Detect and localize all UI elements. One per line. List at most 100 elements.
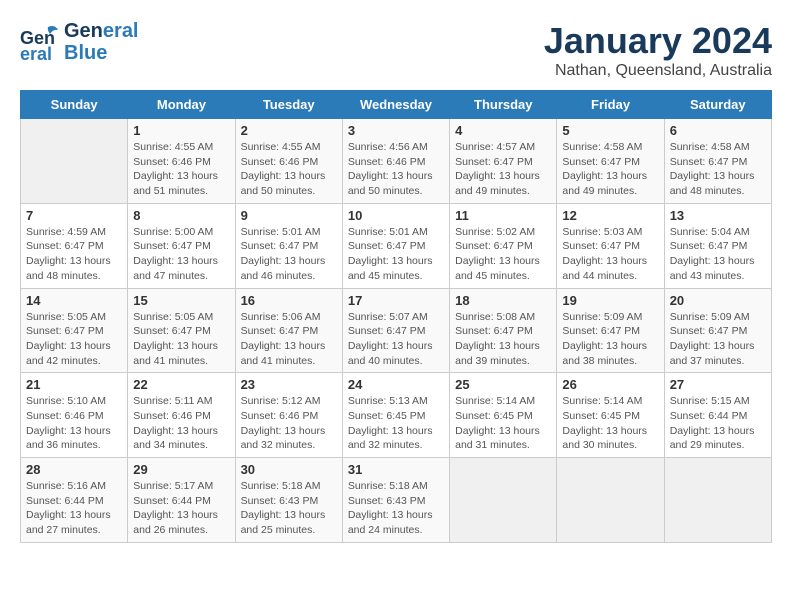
day-number: 2 [241,123,337,138]
weekday-header-wednesday: Wednesday [342,91,449,119]
calendar-cell: 19 Sunrise: 5:09 AM Sunset: 6:47 PM Dayli… [557,288,664,373]
day-info: Sunrise: 5:09 AM Sunset: 6:47 PM Dayligh… [562,310,658,369]
day-info: Sunrise: 5:07 AM Sunset: 6:47 PM Dayligh… [348,310,444,369]
location-title: Nathan, Queensland, Australia [544,62,772,80]
calendar-cell [21,119,128,204]
day-number: 23 [241,377,337,392]
day-info: Sunrise: 4:55 AM Sunset: 6:46 PM Dayligh… [133,140,229,199]
day-number: 4 [455,123,551,138]
day-number: 18 [455,293,551,308]
calendar-cell: 24 Sunrise: 5:13 AM Sunset: 6:45 PM Dayli… [342,373,449,458]
day-number: 6 [670,123,766,138]
day-info: Sunrise: 5:04 AM Sunset: 6:47 PM Dayligh… [670,225,766,284]
week-row-4: 28 Sunrise: 5:16 AM Sunset: 6:44 PM Dayli… [21,458,772,543]
day-number: 29 [133,462,229,477]
svg-text:eral: eral [20,44,52,62]
day-number: 25 [455,377,551,392]
day-number: 24 [348,377,444,392]
day-number: 8 [133,208,229,223]
calendar-table: SundayMondayTuesdayWednesdayThursdayFrid… [20,90,772,543]
day-info: Sunrise: 4:56 AM Sunset: 6:46 PM Dayligh… [348,140,444,199]
day-info: Sunrise: 5:10 AM Sunset: 6:46 PM Dayligh… [26,394,122,453]
calendar-cell: 27Sunrise: 5:15 AM Sunset: 6:44 PM Dayli… [664,373,771,458]
calendar-cell: 5 Sunrise: 4:58 AM Sunset: 6:47 PM Daylig… [557,119,664,204]
logo-line2: Blue [64,42,139,64]
week-row-2: 14 Sunrise: 5:05 AM Sunset: 6:47 PM Dayli… [21,288,772,373]
day-info: Sunrise: 4:55 AM Sunset: 6:46 PM Dayligh… [241,140,337,199]
weekday-header-tuesday: Tuesday [235,91,342,119]
calendar-cell: 31 Sunrise: 5:18 AM Sunset: 6:43 PM Dayli… [342,458,449,543]
weekday-row: SundayMondayTuesdayWednesdayThursdayFrid… [21,91,772,119]
day-number: 14 [26,293,122,308]
day-number: 13 [670,208,766,223]
weekday-header-saturday: Saturday [664,91,771,119]
day-info: Sunrise: 5:13 AM Sunset: 6:45 PM Dayligh… [348,394,444,453]
day-number: 11 [455,208,551,223]
calendar-cell: 16Sunrise: 5:06 AM Sunset: 6:47 PM Dayli… [235,288,342,373]
day-number: 21 [26,377,122,392]
calendar-cell: 14 Sunrise: 5:05 AM Sunset: 6:47 PM Dayli… [21,288,128,373]
header: Gen eral General Blue January 2024 Natha… [20,20,772,80]
day-number: 26 [562,377,658,392]
day-info: Sunrise: 4:58 AM Sunset: 6:47 PM Dayligh… [562,140,658,199]
day-number: 28 [26,462,122,477]
calendar-cell: 1 Sunrise: 4:55 AM Sunset: 6:46 PM Daylig… [128,119,235,204]
day-number: 3 [348,123,444,138]
day-info: Sunrise: 5:02 AM Sunset: 6:47 PM Dayligh… [455,225,551,284]
week-row-1: 7 Sunrise: 4:59 AM Sunset: 6:47 PM Daylig… [21,203,772,288]
day-number: 10 [348,208,444,223]
day-number: 27 [670,377,766,392]
calendar-cell: 17 Sunrise: 5:07 AM Sunset: 6:47 PM Dayli… [342,288,449,373]
day-info: Sunrise: 5:14 AM Sunset: 6:45 PM Dayligh… [455,394,551,453]
calendar-cell: 10 Sunrise: 5:01 AM Sunset: 6:47 PM Dayli… [342,203,449,288]
day-info: Sunrise: 5:01 AM Sunset: 6:47 PM Dayligh… [241,225,337,284]
day-number: 19 [562,293,658,308]
day-info: Sunrise: 4:59 AM Sunset: 6:47 PM Dayligh… [26,225,122,284]
calendar-cell [557,458,664,543]
calendar-cell: 15Sunrise: 5:05 AM Sunset: 6:47 PM Dayli… [128,288,235,373]
calendar-cell: 29Sunrise: 5:17 AM Sunset: 6:44 PM Dayli… [128,458,235,543]
calendar-cell: 26 Sunrise: 5:14 AM Sunset: 6:45 PM Dayli… [557,373,664,458]
calendar-cell: 21 Sunrise: 5:10 AM Sunset: 6:46 PM Dayli… [21,373,128,458]
day-info: Sunrise: 4:58 AM Sunset: 6:47 PM Dayligh… [670,140,766,199]
day-number: 31 [348,462,444,477]
day-info: Sunrise: 5:01 AM Sunset: 6:47 PM Dayligh… [348,225,444,284]
weekday-header-monday: Monday [128,91,235,119]
day-info: Sunrise: 5:14 AM Sunset: 6:45 PM Dayligh… [562,394,658,453]
day-number: 17 [348,293,444,308]
day-info: Sunrise: 5:05 AM Sunset: 6:47 PM Dayligh… [26,310,122,369]
calendar-cell: 7 Sunrise: 4:59 AM Sunset: 6:47 PM Daylig… [21,203,128,288]
calendar-cell [450,458,557,543]
calendar-cell: 13 Sunrise: 5:04 AM Sunset: 6:47 PM Dayli… [664,203,771,288]
calendar-cell: 30Sunrise: 5:18 AM Sunset: 6:43 PM Dayli… [235,458,342,543]
day-info: Sunrise: 5:06 AM Sunset: 6:47 PM Dayligh… [241,310,337,369]
day-info: Sunrise: 5:11 AM Sunset: 6:46 PM Dayligh… [133,394,229,453]
calendar-cell: 18Sunrise: 5:08 AM Sunset: 6:47 PM Dayli… [450,288,557,373]
weekday-header-friday: Friday [557,91,664,119]
calendar-cell: 20 Sunrise: 5:09 AM Sunset: 6:47 PM Dayli… [664,288,771,373]
weekday-header-sunday: Sunday [21,91,128,119]
day-number: 20 [670,293,766,308]
logo-icon: Gen eral [20,22,60,62]
day-info: Sunrise: 5:09 AM Sunset: 6:47 PM Dayligh… [670,310,766,369]
day-info: Sunrise: 5:16 AM Sunset: 6:44 PM Dayligh… [26,479,122,538]
day-number: 1 [133,123,229,138]
calendar-cell: 22Sunrise: 5:11 AM Sunset: 6:46 PM Dayli… [128,373,235,458]
day-number: 7 [26,208,122,223]
calendar-cell: 11 Sunrise: 5:02 AM Sunset: 6:47 PM Dayli… [450,203,557,288]
day-info: Sunrise: 5:18 AM Sunset: 6:43 PM Dayligh… [348,479,444,538]
day-info: Sunrise: 5:03 AM Sunset: 6:47 PM Dayligh… [562,225,658,284]
week-row-3: 21 Sunrise: 5:10 AM Sunset: 6:46 PM Dayli… [21,373,772,458]
day-number: 30 [241,462,337,477]
day-number: 5 [562,123,658,138]
logo-line1: General [64,20,139,42]
day-number: 15 [133,293,229,308]
calendar-cell: 25 Sunrise: 5:14 AM Sunset: 6:45 PM Dayli… [450,373,557,458]
day-number: 9 [241,208,337,223]
calendar-cell: 3 Sunrise: 4:56 AM Sunset: 6:46 PM Daylig… [342,119,449,204]
month-title: January 2024 [544,20,772,62]
week-row-0: 1 Sunrise: 4:55 AM Sunset: 6:46 PM Daylig… [21,119,772,204]
calendar-cell: 4Sunrise: 4:57 AM Sunset: 6:47 PM Daylig… [450,119,557,204]
day-info: Sunrise: 5:00 AM Sunset: 6:47 PM Dayligh… [133,225,229,284]
calendar-cell: 8 Sunrise: 5:00 AM Sunset: 6:47 PM Daylig… [128,203,235,288]
